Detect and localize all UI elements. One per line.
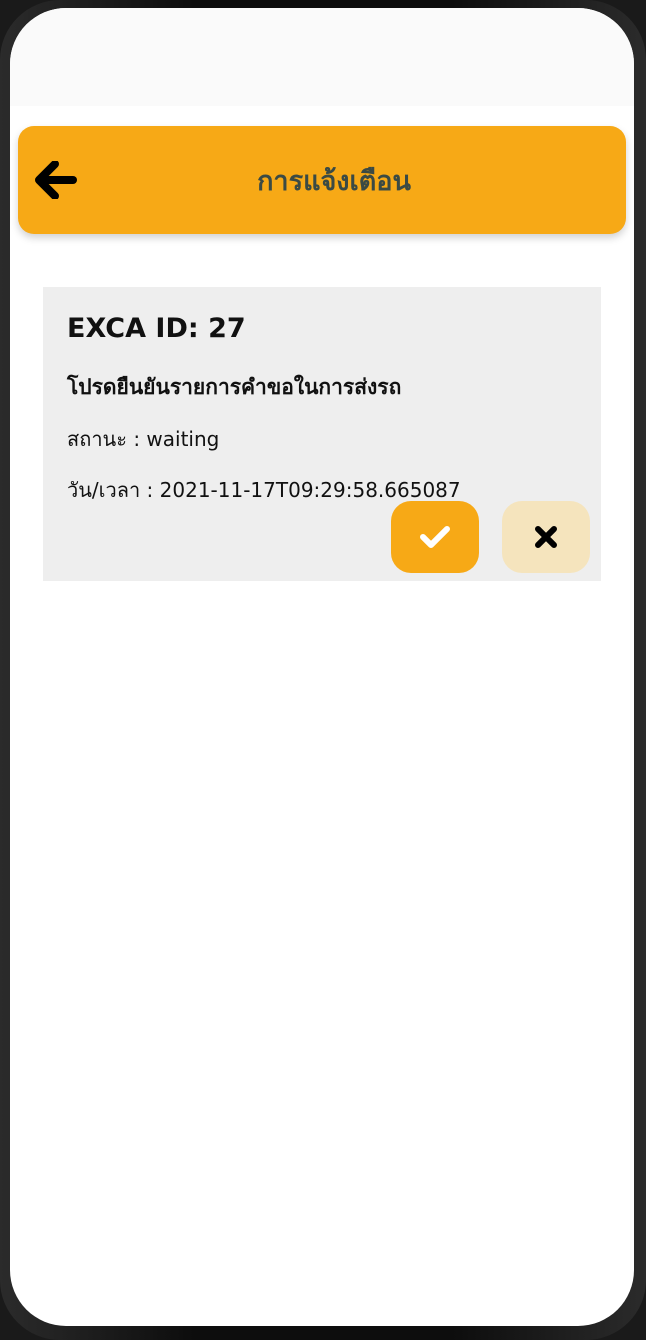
back-button[interactable] (32, 158, 80, 202)
notification-status: สถานะ : waiting (67, 427, 220, 451)
close-icon (535, 526, 557, 548)
notification-message: โปรดยืนยันรายการคำขอในการส่งรถ (67, 375, 402, 399)
phone-frame: การแจ้งเตือน EXCA ID: 27 โปรดยืนยันรายกา… (0, 0, 646, 1340)
check-icon (420, 526, 450, 548)
screen: การแจ้งเตือน EXCA ID: 27 โปรดยืนยันรายกา… (10, 8, 634, 1326)
arrow-left-icon (35, 161, 77, 199)
notification-id: EXCA ID: 27 (67, 313, 246, 344)
reject-button[interactable] (502, 501, 590, 573)
page-title: การแจ้งเตือน (257, 165, 411, 197)
confirm-button[interactable] (391, 501, 479, 573)
status-bar-area (10, 8, 634, 106)
app-bar: การแจ้งเตือน (18, 126, 626, 234)
notification-datetime: วัน/เวลา : 2021-11-17T09:29:58.665087 (67, 478, 461, 502)
notification-card: EXCA ID: 27 โปรดยืนยันรายการคำขอในการส่ง… (43, 287, 601, 581)
